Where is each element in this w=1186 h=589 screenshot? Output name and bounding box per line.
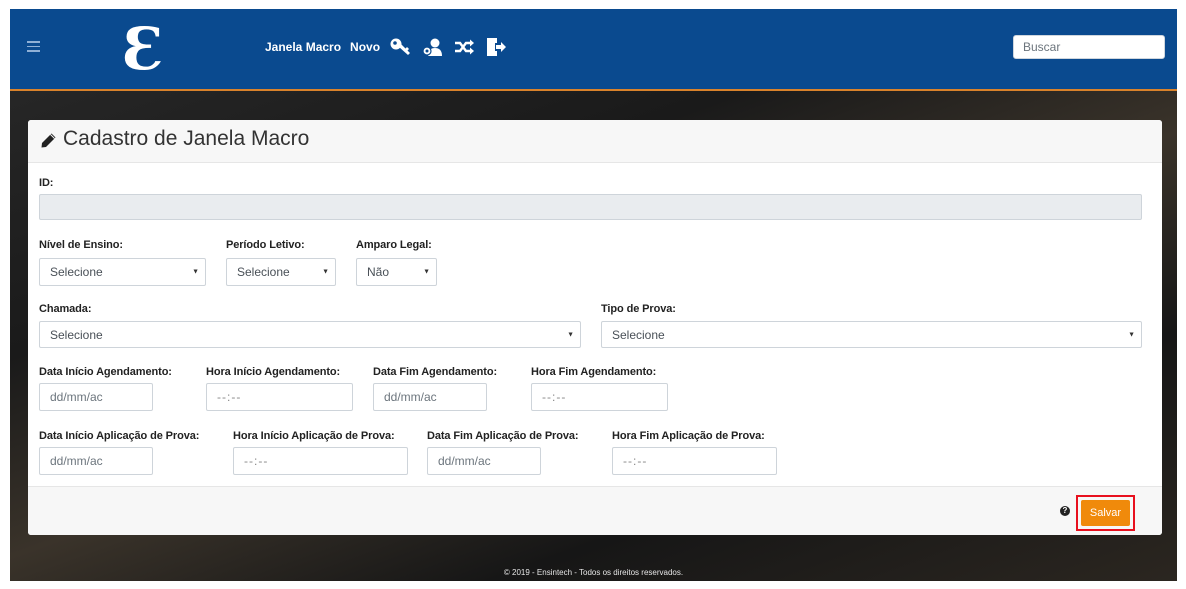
copyright-footer: © 2019 - Ensintech - Todos os direitos r…	[503, 568, 684, 577]
shuffle-icon[interactable]	[453, 37, 475, 57]
hora-inicio-agendamento-input[interactable]: --:--	[206, 383, 353, 411]
data-inicio-agendamento-label: Data Início Agendamento:	[39, 366, 172, 378]
data-inicio-aplicacao-label: Data Início Aplicação de Prova:	[39, 430, 200, 442]
search-input[interactable]	[1013, 35, 1165, 59]
amparo-legal-select[interactable]: Não	[356, 258, 437, 286]
id-field[interactable]	[39, 194, 1142, 220]
data-fim-agendamento-label: Data Fim Agendamento:	[373, 366, 498, 378]
key-icon[interactable]	[389, 37, 411, 57]
save-button[interactable]: Salvar	[1081, 500, 1130, 526]
tipo-prova-select[interactable]: Selecione	[601, 321, 1142, 348]
hora-fim-agendamento-input[interactable]: --:--	[531, 383, 668, 411]
chamada-select[interactable]: Selecione	[39, 321, 581, 348]
card-footer: ? Salvar	[28, 486, 1162, 535]
periodo-letivo-label: Período Letivo:	[226, 239, 305, 251]
navbar: Ɛ Janela Macro Novo	[10, 9, 1177, 91]
periodo-letivo-select[interactable]: Selecione	[226, 258, 336, 286]
hora-inicio-aplicacao-input[interactable]: --:--	[233, 447, 408, 475]
sign-out-icon[interactable]	[485, 37, 507, 57]
nav-link-novo[interactable]: Novo	[350, 40, 380, 54]
data-inicio-agendamento-input[interactable]: dd/mm/ac	[39, 383, 153, 411]
hora-fim-agendamento-label: Hora Fim Agendamento:	[531, 366, 657, 378]
hora-inicio-aplicacao-label: Hora Início Aplicação de Prova:	[233, 430, 395, 442]
logo[interactable]: Ɛ	[120, 17, 166, 81]
menu-icon[interactable]	[27, 41, 40, 52]
tipo-prova-label: Tipo de Prova:	[601, 303, 676, 315]
save-button-highlight: Salvar	[1076, 495, 1135, 531]
form-card: Cadastro de Janela Macro ID: Nível de En…	[28, 120, 1162, 535]
amparo-legal-label: Amparo Legal:	[356, 239, 432, 251]
hora-inicio-agendamento-label: Hora Início Agendamento:	[206, 366, 341, 378]
hora-fim-aplicacao-input[interactable]: --:--	[612, 447, 777, 475]
card-header: Cadastro de Janela Macro	[28, 120, 1162, 163]
hora-fim-aplicacao-label: Hora Fim Aplicação de Prova:	[612, 430, 765, 442]
app-frame: Ɛ Janela Macro Novo Cadastro	[10, 9, 1177, 581]
data-fim-agendamento-input[interactable]: dd/mm/ac	[373, 383, 487, 411]
users-cog-icon[interactable]	[421, 37, 443, 57]
pencil-icon	[41, 133, 56, 148]
nivel-ensino-select[interactable]: Selecione	[39, 258, 206, 286]
chamada-label: Chamada:	[39, 303, 92, 315]
nav-links: Janela Macro Novo	[265, 37, 517, 57]
nav-link-janela-macro[interactable]: Janela Macro	[265, 40, 341, 54]
nivel-ensino-label: Nível de Ensino:	[39, 239, 123, 251]
id-label: ID:	[39, 177, 54, 189]
help-icon[interactable]: ?	[1060, 506, 1070, 516]
data-inicio-aplicacao-input[interactable]: dd/mm/ac	[39, 447, 153, 475]
data-fim-aplicacao-label: Data Fim Aplicação de Prova:	[427, 430, 579, 442]
page-title: Cadastro de Janela Macro	[63, 127, 310, 150]
data-fim-aplicacao-input[interactable]: dd/mm/ac	[427, 447, 541, 475]
